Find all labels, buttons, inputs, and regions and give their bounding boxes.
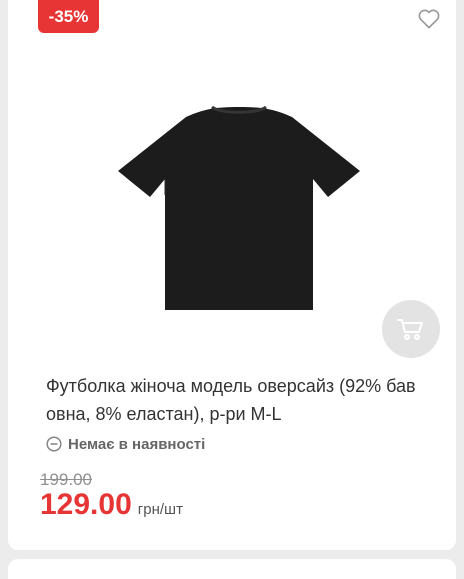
product-card: -35% Футболка жіноча модель оверсайз (92… xyxy=(8,0,456,550)
add-to-cart-button[interactable] xyxy=(382,300,440,358)
heart-icon xyxy=(418,9,440,29)
price-unit: грн/шт xyxy=(137,501,183,518)
availability-label: Немає в наявності xyxy=(68,435,206,453)
product-image[interactable] xyxy=(108,95,370,317)
cart-icon xyxy=(397,319,423,340)
product-title-link[interactable]: Футболка жіноча модель оверсайз (92% бав… xyxy=(46,372,442,428)
old-price: 199.00 xyxy=(40,470,92,489)
wishlist-button[interactable] xyxy=(416,6,442,32)
next-product-card xyxy=(8,559,456,579)
current-price: 129.00 xyxy=(40,488,132,521)
minus-circle-icon xyxy=(46,436,62,452)
discount-badge: -35% xyxy=(38,0,99,33)
availability-status: Немає в наявності xyxy=(46,434,205,454)
price-row: 129.00 грн/шт xyxy=(40,488,183,522)
